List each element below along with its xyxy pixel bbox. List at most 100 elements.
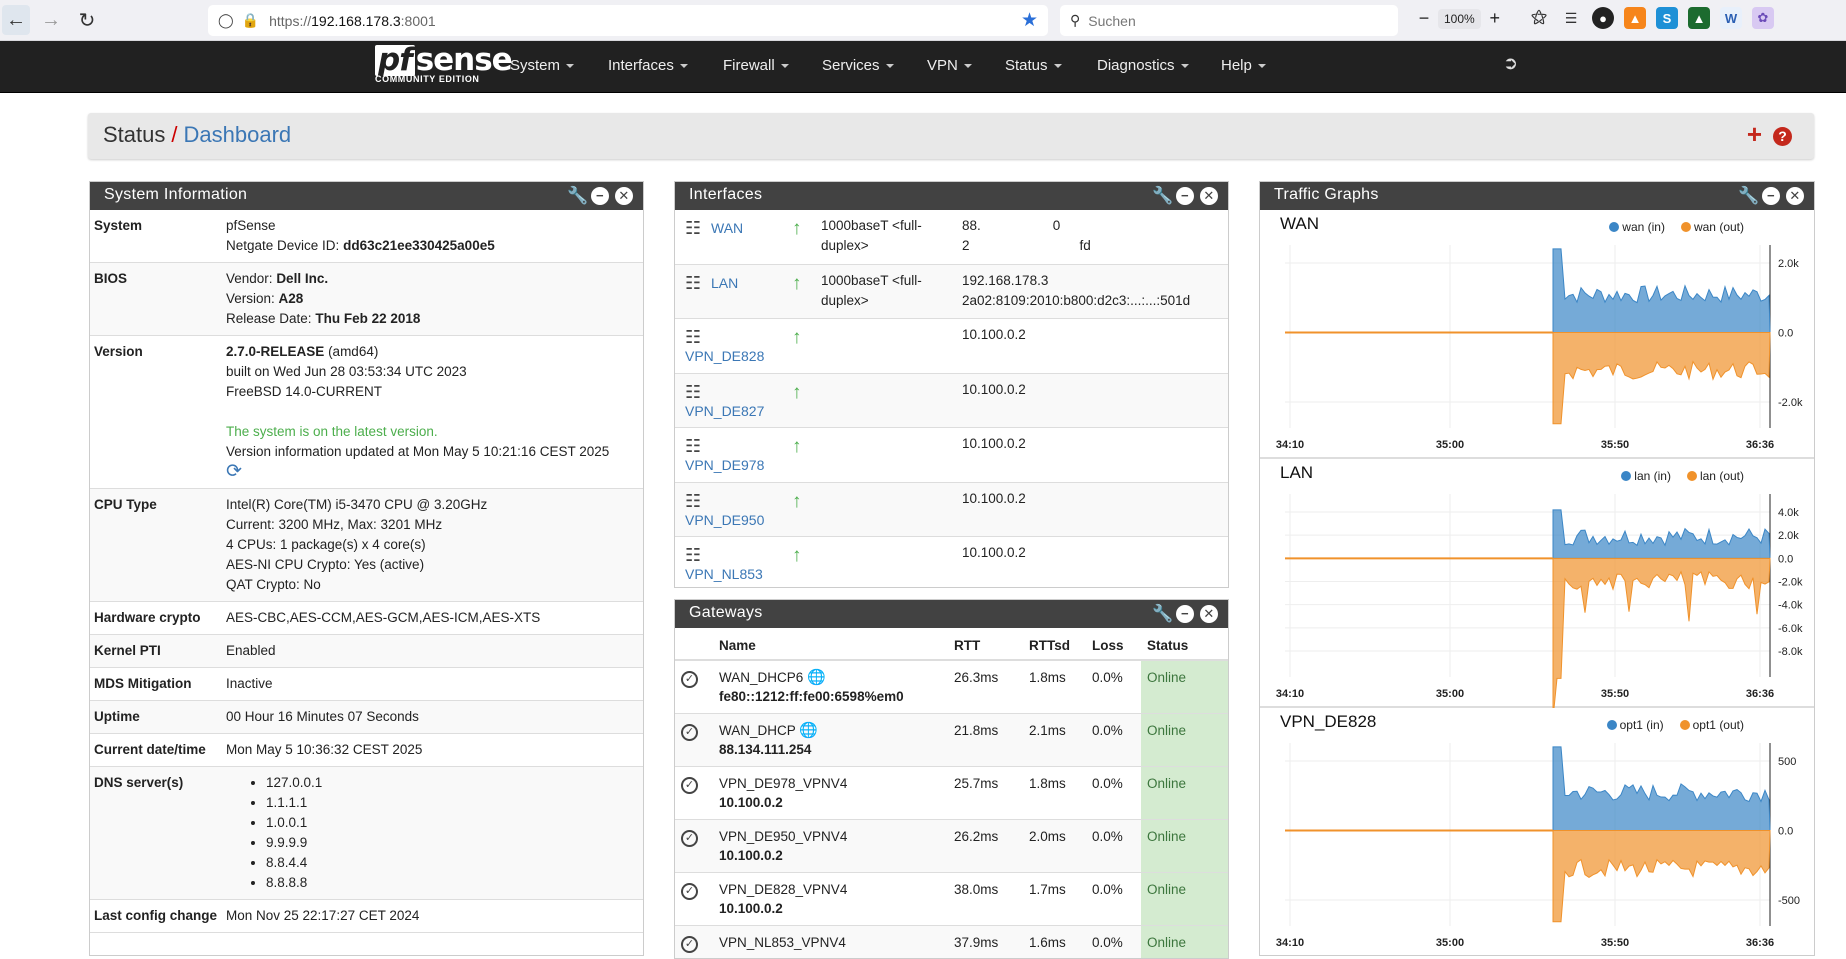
menu-system[interactable]: System: [510, 57, 574, 74]
sysinfo-row-lastconfig: Last config changeMon Nov 25 22:17:27 CE…: [90, 900, 643, 933]
forward-icon[interactable]: →: [36, 5, 66, 35]
device-id-label: Netgate Device ID:: [226, 238, 339, 253]
menu-help[interactable]: Help: [1221, 57, 1266, 74]
col-icon: [675, 628, 713, 660]
y-tick-label: -8.0k: [1778, 646, 1803, 658]
dns-server: 1.1.1.1: [266, 793, 639, 813]
graph-canvas: 5000.0-50034:1035:0035:5036:36: [1260, 708, 1814, 956]
shield-ext-icon[interactable]: ▲: [1688, 7, 1710, 29]
zoom-level[interactable]: 100%: [1438, 9, 1481, 29]
version-status: The system is on the latest version.: [226, 422, 639, 442]
close-icon[interactable]: ✕: [1786, 187, 1804, 205]
globe-icon: 🌐: [799, 722, 818, 739]
library-icon[interactable]: ☰: [1560, 7, 1582, 29]
palette-ext-icon[interactable]: ✿: [1752, 7, 1774, 29]
search-input[interactable]: ⚲ Suchen: [1060, 5, 1398, 36]
menu-status[interactable]: Status: [1005, 57, 1062, 74]
interface-media: 1000baseT <full-: [821, 216, 931, 236]
y-tick-label: 4.0k: [1778, 507, 1799, 519]
zoom-out-icon[interactable]: −: [1410, 8, 1438, 29]
wrench-icon[interactable]: 🔧: [567, 187, 585, 205]
close-icon[interactable]: ✕: [1200, 605, 1218, 623]
interface-link[interactable]: VPN_DE950: [685, 512, 764, 528]
interface-media: duplex>: [821, 291, 931, 311]
menu-vpn[interactable]: VPN: [927, 57, 972, 74]
row-label: Version: [94, 342, 226, 482]
close-icon[interactable]: ✕: [615, 187, 633, 205]
col-name: Name: [713, 628, 948, 660]
system-name: pfSense: [226, 216, 639, 236]
row-label: Hardware crypto: [94, 608, 226, 628]
sysinfo-row-uptime: Uptime00 Hour 16 Minutes 07 Seconds: [90, 701, 643, 734]
interface-ip6: 2: [962, 238, 970, 253]
gateway-status: Online: [1141, 714, 1228, 767]
pfsense-navbar: pfsense COMMUNITY EDITION System Interfa…: [0, 41, 1846, 93]
row-label: CPU Type: [94, 495, 226, 595]
gateway-address: 88.134.111.254: [719, 742, 811, 757]
interface-link[interactable]: LAN: [711, 275, 738, 291]
bios-date-label: Release Date:: [226, 311, 312, 326]
url-bar[interactable]: ◯ 🔒 https://192.168.178.3:8001 ★: [208, 5, 1048, 36]
gateway-loss: 0.0%: [1086, 767, 1141, 820]
gateway-name: VPN_DE978_VPNV4: [719, 774, 942, 793]
gateways-panel: Gateways 🔧−✕ Name RTT RTTsd Loss Status …: [674, 599, 1229, 959]
wrench-icon[interactable]: 🔧: [1152, 605, 1170, 623]
status-up-icon: ↑: [792, 384, 802, 402]
pfsense-logo[interactable]: pfsense COMMUNITY EDITION: [375, 45, 512, 84]
logo-pf: pf: [375, 45, 415, 76]
lock-icon: 🔒: [242, 12, 259, 29]
interface-ip: 10.100.0.2: [962, 325, 1026, 345]
menu-interfaces[interactable]: Interfaces: [608, 57, 688, 74]
add-widget-icon[interactable]: +: [1747, 122, 1762, 146]
row-label: Current date/time: [94, 740, 226, 760]
interface-link[interactable]: WAN: [711, 220, 743, 236]
status-up-icon: ↑: [792, 220, 802, 238]
network-icon: ☷: [685, 329, 701, 345]
breadcrumb-separator: /: [171, 122, 177, 147]
wrench-icon[interactable]: 🔧: [1152, 187, 1170, 205]
bios-vendor: Dell Inc.: [276, 271, 328, 286]
search-icon: ⚲: [1070, 12, 1080, 29]
refresh-icon[interactable]: ⟳: [226, 462, 639, 482]
close-icon[interactable]: ✕: [1200, 187, 1218, 205]
extensions-icon[interactable]: ⚝: [1528, 7, 1550, 29]
gateway-loss: 0.0%: [1086, 820, 1141, 873]
account-icon[interactable]: ●: [1592, 7, 1614, 29]
gateway-address: 10.100.0.2: [719, 848, 783, 863]
interface-link[interactable]: VPN_NL853: [685, 566, 763, 582]
bookmark-star-icon[interactable]: ★: [1021, 9, 1038, 32]
cpu-qat: QAT Crypto: No: [226, 575, 639, 595]
wrench-icon[interactable]: 🔧: [1738, 187, 1756, 205]
menu-firewall[interactable]: Firewall: [723, 57, 789, 74]
help-icon[interactable]: ?: [1773, 127, 1792, 146]
word-ext-icon[interactable]: W: [1720, 7, 1742, 29]
minimize-icon[interactable]: −: [1176, 605, 1194, 623]
network-icon: ☷: [685, 275, 701, 291]
interface-row-vpn: ☷ VPN_DE828 ↑ 10.100.0.2: [675, 319, 1228, 374]
check-circle-icon: ✓: [681, 777, 698, 794]
skype-icon[interactable]: S: [1656, 7, 1678, 29]
minimize-icon[interactable]: −: [591, 187, 609, 205]
check-circle-icon: ✓: [681, 830, 698, 847]
zoom-in-icon[interactable]: +: [1481, 8, 1509, 29]
logout-icon[interactable]: ➲: [1503, 53, 1518, 74]
reload-icon[interactable]: ↻: [72, 5, 102, 35]
interface-row-vpn: ☷ VPN_DE827 ↑ 10.100.0.2: [675, 374, 1228, 429]
interface-link[interactable]: VPN_DE978: [685, 457, 764, 473]
logo-main: sense: [416, 42, 512, 78]
area-in: [1285, 249, 1770, 333]
interface-link[interactable]: VPN_DE827: [685, 403, 764, 419]
minimize-icon[interactable]: −: [1762, 187, 1780, 205]
back-icon[interactable]: ←: [2, 5, 30, 35]
breadcrumb-page[interactable]: Dashboard: [184, 122, 292, 147]
sysinfo-row-version: Version 2.7.0-RELEASE (amd64) built on W…: [90, 336, 643, 489]
menu-diagnostics[interactable]: Diagnostics: [1097, 57, 1189, 74]
cpu-cores: 4 CPUs: 1 package(s) x 4 core(s): [226, 535, 639, 555]
gateways-table: Name RTT RTTsd Loss Status ✓ WAN_DHCP6 🌐…: [675, 628, 1228, 959]
metamask-icon[interactable]: ▲: [1624, 7, 1646, 29]
interface-link[interactable]: VPN_DE828: [685, 348, 764, 364]
dns-list: 127.0.0.1 1.1.1.1 1.0.0.1 9.9.9.9 8.8.4.…: [266, 773, 639, 893]
menu-services[interactable]: Services: [822, 57, 894, 74]
interface-ip6: 2a02:8109:2010:b800:d2c3:...:...:501d: [962, 291, 1225, 311]
minimize-icon[interactable]: −: [1176, 187, 1194, 205]
